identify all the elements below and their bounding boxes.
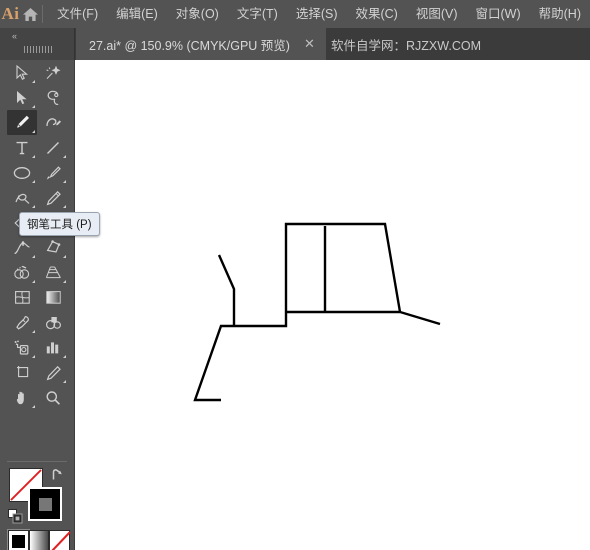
menu-effect[interactable]: 效果(C) bbox=[346, 3, 406, 26]
color-mode-button[interactable] bbox=[7, 529, 30, 550]
gradient-tool[interactable] bbox=[38, 285, 68, 310]
ellipse-tool[interactable] bbox=[7, 160, 37, 185]
none-mode-button[interactable] bbox=[49, 530, 72, 550]
flyout-indicator bbox=[63, 380, 66, 383]
symbol-sprayer-tool[interactable] bbox=[7, 335, 37, 360]
toolbar-separator bbox=[7, 461, 67, 462]
document-tab-bar: « 27.ai* @ 150.9% (CMYK/GPU 预览) ✕ 软件自学网：… bbox=[0, 28, 590, 60]
document-tab-title: 27.ai* @ 150.9% (CMYK/GPU 预览) bbox=[89, 38, 290, 53]
pencil-tool[interactable] bbox=[38, 185, 68, 210]
shape-builder-tool[interactable] bbox=[7, 260, 37, 285]
menu-file[interactable]: 文件(F) bbox=[48, 3, 107, 26]
direct-selection-tool[interactable] bbox=[7, 85, 37, 110]
pen-tool[interactable] bbox=[7, 110, 37, 135]
menu-help[interactable]: 帮助(H) bbox=[530, 3, 590, 26]
flyout-indicator bbox=[32, 105, 35, 108]
menu-view[interactable]: 视图(V) bbox=[407, 3, 467, 26]
lasso-tool[interactable] bbox=[38, 85, 68, 110]
slice-tool[interactable] bbox=[38, 360, 68, 385]
panel-header-stub: « bbox=[0, 28, 75, 60]
perspective-grid-tool[interactable] bbox=[38, 260, 68, 285]
menu-object[interactable]: 对象(O) bbox=[167, 3, 228, 26]
flyout-indicator bbox=[63, 180, 66, 183]
blend-tool[interactable] bbox=[38, 310, 68, 335]
drawn-path-group bbox=[193, 222, 441, 402]
toolbar-drag-handle[interactable] bbox=[24, 46, 52, 53]
artboard-tool[interactable] bbox=[7, 360, 37, 385]
free-transform-tool[interactable] bbox=[38, 235, 68, 260]
flyout-indicator bbox=[63, 355, 66, 358]
drawn-path-branch-left[interactable] bbox=[217, 254, 236, 326]
stroke-swatch-inner bbox=[38, 497, 52, 511]
line-segment-tool[interactable] bbox=[38, 135, 68, 160]
default-fill-stroke-icon[interactable] bbox=[8, 509, 23, 524]
flyout-indicator bbox=[63, 205, 66, 208]
artboard-canvas[interactable] bbox=[75, 60, 590, 550]
gradient-mode-button[interactable] bbox=[28, 530, 50, 550]
flyout-indicator bbox=[32, 355, 35, 358]
width-tool[interactable] bbox=[7, 235, 37, 260]
flyout-indicator bbox=[32, 330, 35, 333]
flyout-indicator bbox=[32, 280, 35, 283]
paintbrush-tool[interactable] bbox=[38, 160, 68, 185]
curvature-tool[interactable] bbox=[38, 110, 68, 135]
flyout-indicator bbox=[32, 155, 35, 158]
document-tab[interactable]: 27.ai* @ 150.9% (CMYK/GPU 预览) ✕ bbox=[76, 28, 327, 60]
flyout-indicator bbox=[63, 155, 66, 158]
magic-wand-tool[interactable] bbox=[38, 60, 68, 85]
flyout-indicator bbox=[63, 255, 66, 258]
menu-select[interactable]: 选择(S) bbox=[287, 3, 347, 26]
close-icon[interactable]: ✕ bbox=[304, 28, 315, 60]
mesh-tool[interactable] bbox=[7, 285, 37, 310]
illustrator-window: Ai 文件(F) 编辑(E) 对象(O) 文字(T) 选择(S) 效果(C) 视… bbox=[0, 0, 590, 550]
menu-edit[interactable]: 编辑(E) bbox=[107, 3, 167, 26]
menu-divider bbox=[41, 5, 43, 23]
flyout-indicator bbox=[32, 180, 35, 183]
app-logo: Ai bbox=[1, 4, 20, 23]
menu-type[interactable]: 文字(T) bbox=[228, 3, 287, 26]
eyedropper-tool[interactable] bbox=[7, 310, 37, 335]
menu-list: 文件(F) 编辑(E) 对象(O) 文字(T) 选择(S) 效果(C) 视图(V… bbox=[48, 0, 590, 28]
stroke-swatch[interactable] bbox=[28, 487, 62, 521]
menu-window[interactable]: 窗口(W) bbox=[467, 3, 530, 26]
flyout-indicator bbox=[63, 280, 66, 283]
flyout-indicator bbox=[32, 205, 35, 208]
collapse-panel-icon[interactable]: « bbox=[5, 30, 23, 42]
flyout-indicator bbox=[32, 130, 35, 133]
flyout-indicator bbox=[32, 255, 35, 258]
artwork-svg bbox=[193, 222, 441, 402]
color-controls bbox=[0, 405, 75, 550]
home-icon[interactable] bbox=[21, 0, 40, 28]
tools-panel: 钢笔工具 (P) bbox=[0, 60, 100, 550]
watermark-text: 软件自学网：RJZXW.COM bbox=[331, 38, 481, 53]
swap-fill-stroke-icon[interactable] bbox=[50, 467, 66, 483]
tool-tooltip: 钢笔工具 (P) bbox=[19, 212, 100, 236]
menu-bar: Ai 文件(F) 编辑(E) 对象(O) 文字(T) 选择(S) 效果(C) 视… bbox=[0, 0, 590, 28]
type-tool[interactable] bbox=[7, 135, 37, 160]
shaper-tool[interactable] bbox=[7, 185, 37, 210]
column-graph-tool[interactable] bbox=[38, 335, 68, 360]
paint-mode-row bbox=[7, 529, 72, 550]
flyout-indicator bbox=[32, 80, 35, 83]
selection-tool[interactable] bbox=[7, 60, 37, 85]
